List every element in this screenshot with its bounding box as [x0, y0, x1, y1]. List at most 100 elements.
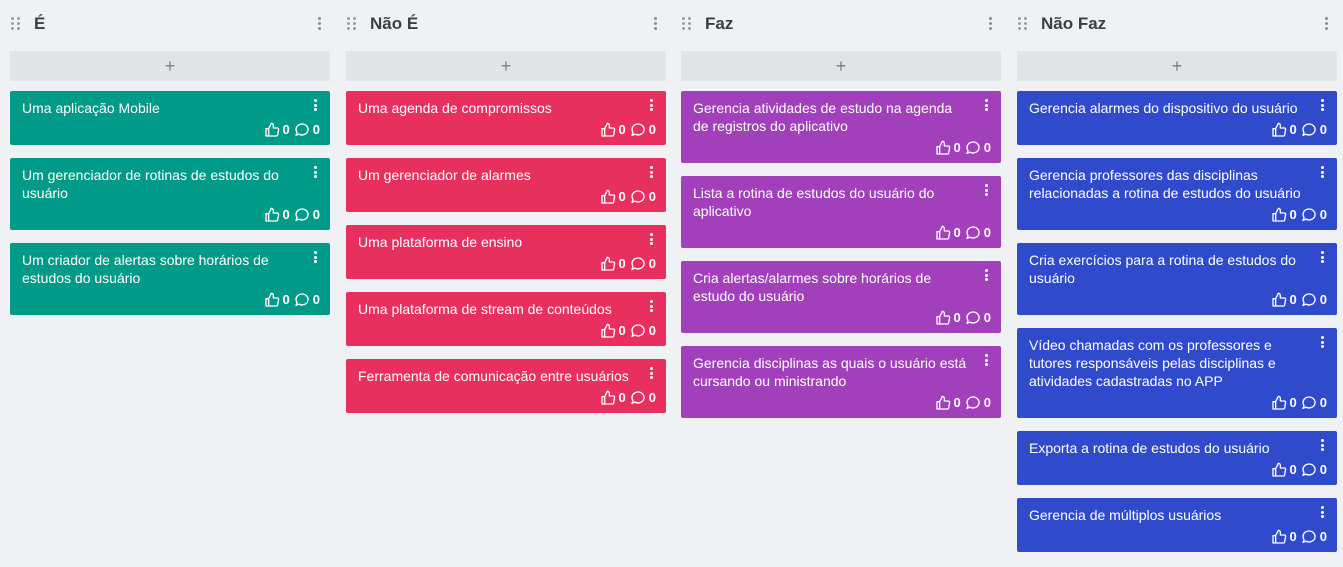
comment-icon[interactable] [630, 122, 646, 138]
column-menu-icon[interactable] [1323, 17, 1329, 31]
comment-icon[interactable] [1301, 395, 1317, 411]
drag-handle-icon[interactable] [1018, 17, 1030, 31]
card-menu-icon[interactable] [314, 166, 318, 178]
like-icon[interactable] [264, 207, 280, 223]
like-icon[interactable] [935, 395, 951, 411]
comment-icon[interactable] [630, 256, 646, 272]
card-menu-icon[interactable] [1321, 99, 1325, 111]
comment-icon[interactable] [965, 140, 981, 156]
like-icon[interactable] [264, 122, 280, 138]
card[interactable]: Gerencia de múltiplos usuários 0 0 [1017, 498, 1337, 552]
add-card-button[interactable]: + [346, 51, 666, 81]
comment-icon[interactable] [630, 189, 646, 205]
card[interactable]: Um criador de alertas sobre horários de … [10, 243, 330, 315]
card[interactable]: Gerencia disciplinas as quais o usuário … [681, 346, 1001, 418]
card[interactable]: Gerencia professores das disciplinas rel… [1017, 158, 1337, 230]
card[interactable]: Lista a rotina de estudos do usuário do … [681, 176, 1001, 248]
comment-icon[interactable] [1301, 207, 1317, 223]
card-menu-icon[interactable] [985, 184, 989, 196]
comment-icon[interactable] [1301, 462, 1317, 478]
like-icon[interactable] [600, 390, 616, 406]
like-icon[interactable] [935, 140, 951, 156]
like-icon[interactable] [600, 256, 616, 272]
card[interactable]: Cria alertas/alarmes sobre horários de e… [681, 261, 1001, 333]
card-menu-icon[interactable] [650, 166, 654, 178]
like-count: 0 [1289, 292, 1297, 307]
column-header: Faz [681, 12, 1001, 36]
card[interactable]: Um gerenciador de alarmes 0 0 [346, 158, 666, 212]
column-title: Não É [370, 14, 419, 33]
card-menu-icon[interactable] [1321, 506, 1325, 518]
like-icon[interactable] [1271, 529, 1287, 545]
card-text: Cria exercícios para a rotina de estudos… [1029, 252, 1296, 286]
card-menu-icon[interactable] [314, 99, 318, 111]
drag-handle-icon[interactable] [682, 17, 694, 31]
comment-icon[interactable] [630, 390, 646, 406]
card[interactable]: Uma plataforma de stream de conteúdos 0 0 [346, 292, 666, 346]
card-menu-icon[interactable] [985, 269, 989, 281]
comment-count: 0 [1319, 529, 1327, 544]
card[interactable]: Um gerenciador de rotinas de estudos do … [10, 158, 330, 230]
card[interactable]: Gerencia atividades de estudo na agenda … [681, 91, 1001, 163]
like-icon[interactable] [600, 122, 616, 138]
column-menu-icon[interactable] [316, 17, 322, 31]
like-icon[interactable] [1271, 122, 1287, 138]
card-text: Gerencia alarmes do dispositivo do usuár… [1029, 100, 1298, 116]
comment-icon[interactable] [294, 292, 310, 308]
like-icon[interactable] [1271, 207, 1287, 223]
comment-icon[interactable] [294, 207, 310, 223]
like-count: 0 [1289, 395, 1297, 410]
card-footer: 00 [1271, 395, 1327, 411]
drag-handle-icon[interactable] [347, 17, 359, 31]
like-icon[interactable] [1271, 292, 1287, 308]
card-footer: 00 [1271, 292, 1327, 308]
card-footer: 00 [264, 207, 320, 223]
column-header: Não Faz [1017, 12, 1337, 36]
like-count: 0 [1289, 207, 1297, 222]
card-footer: 00 [600, 256, 656, 272]
column-menu-icon[interactable] [987, 17, 993, 31]
column-title: Não Faz [1041, 14, 1107, 33]
card-menu-icon[interactable] [650, 233, 654, 245]
card[interactable]: Uma aplicação Mobile 0 0 [10, 91, 330, 145]
card[interactable]: Uma agenda de compromissos 0 0 [346, 91, 666, 145]
card-menu-icon[interactable] [1321, 439, 1325, 451]
like-icon[interactable] [935, 225, 951, 241]
like-icon[interactable] [1271, 395, 1287, 411]
comment-icon[interactable] [965, 395, 981, 411]
card-menu-icon[interactable] [650, 367, 654, 379]
card[interactable]: Vídeo chamadas com os professores e tuto… [1017, 328, 1337, 418]
card-menu-icon[interactable] [650, 99, 654, 111]
card-menu-icon[interactable] [650, 300, 654, 312]
card[interactable]: Uma plataforma de ensino 0 0 [346, 225, 666, 279]
card[interactable]: Ferramenta de comunicação entre usuários… [346, 359, 666, 413]
drag-handle-icon[interactable] [11, 17, 23, 31]
card-menu-icon[interactable] [1321, 166, 1325, 178]
comment-icon[interactable] [1301, 292, 1317, 308]
comment-icon[interactable] [1301, 529, 1317, 545]
add-card-button[interactable]: + [681, 51, 1001, 81]
card-menu-icon[interactable] [985, 354, 989, 366]
card-text: Exporta a rotina de estudos do usuário [1029, 440, 1270, 456]
card-menu-icon[interactable] [1321, 251, 1325, 263]
comment-icon[interactable] [965, 310, 981, 326]
comment-icon[interactable] [294, 122, 310, 138]
comment-icon[interactable] [630, 323, 646, 339]
add-card-button[interactable]: + [1017, 51, 1337, 81]
like-icon[interactable] [600, 189, 616, 205]
comment-icon[interactable] [1301, 122, 1317, 138]
card[interactable]: Exporta a rotina de estudos do usuário 0 0 [1017, 431, 1337, 485]
like-icon[interactable] [264, 292, 280, 308]
card-menu-icon[interactable] [985, 99, 989, 111]
add-card-button[interactable]: + [10, 51, 330, 81]
card[interactable]: Cria exercícios para a rotina de estudos… [1017, 243, 1337, 315]
like-icon[interactable] [935, 310, 951, 326]
like-icon[interactable] [1271, 462, 1287, 478]
card[interactable]: Gerencia alarmes do dispositivo do usuár… [1017, 91, 1337, 145]
like-icon[interactable] [600, 323, 616, 339]
column-menu-icon[interactable] [652, 17, 658, 31]
card-menu-icon[interactable] [1321, 336, 1325, 348]
card-footer: 00 [264, 292, 320, 308]
comment-icon[interactable] [965, 225, 981, 241]
card-menu-icon[interactable] [314, 251, 318, 263]
